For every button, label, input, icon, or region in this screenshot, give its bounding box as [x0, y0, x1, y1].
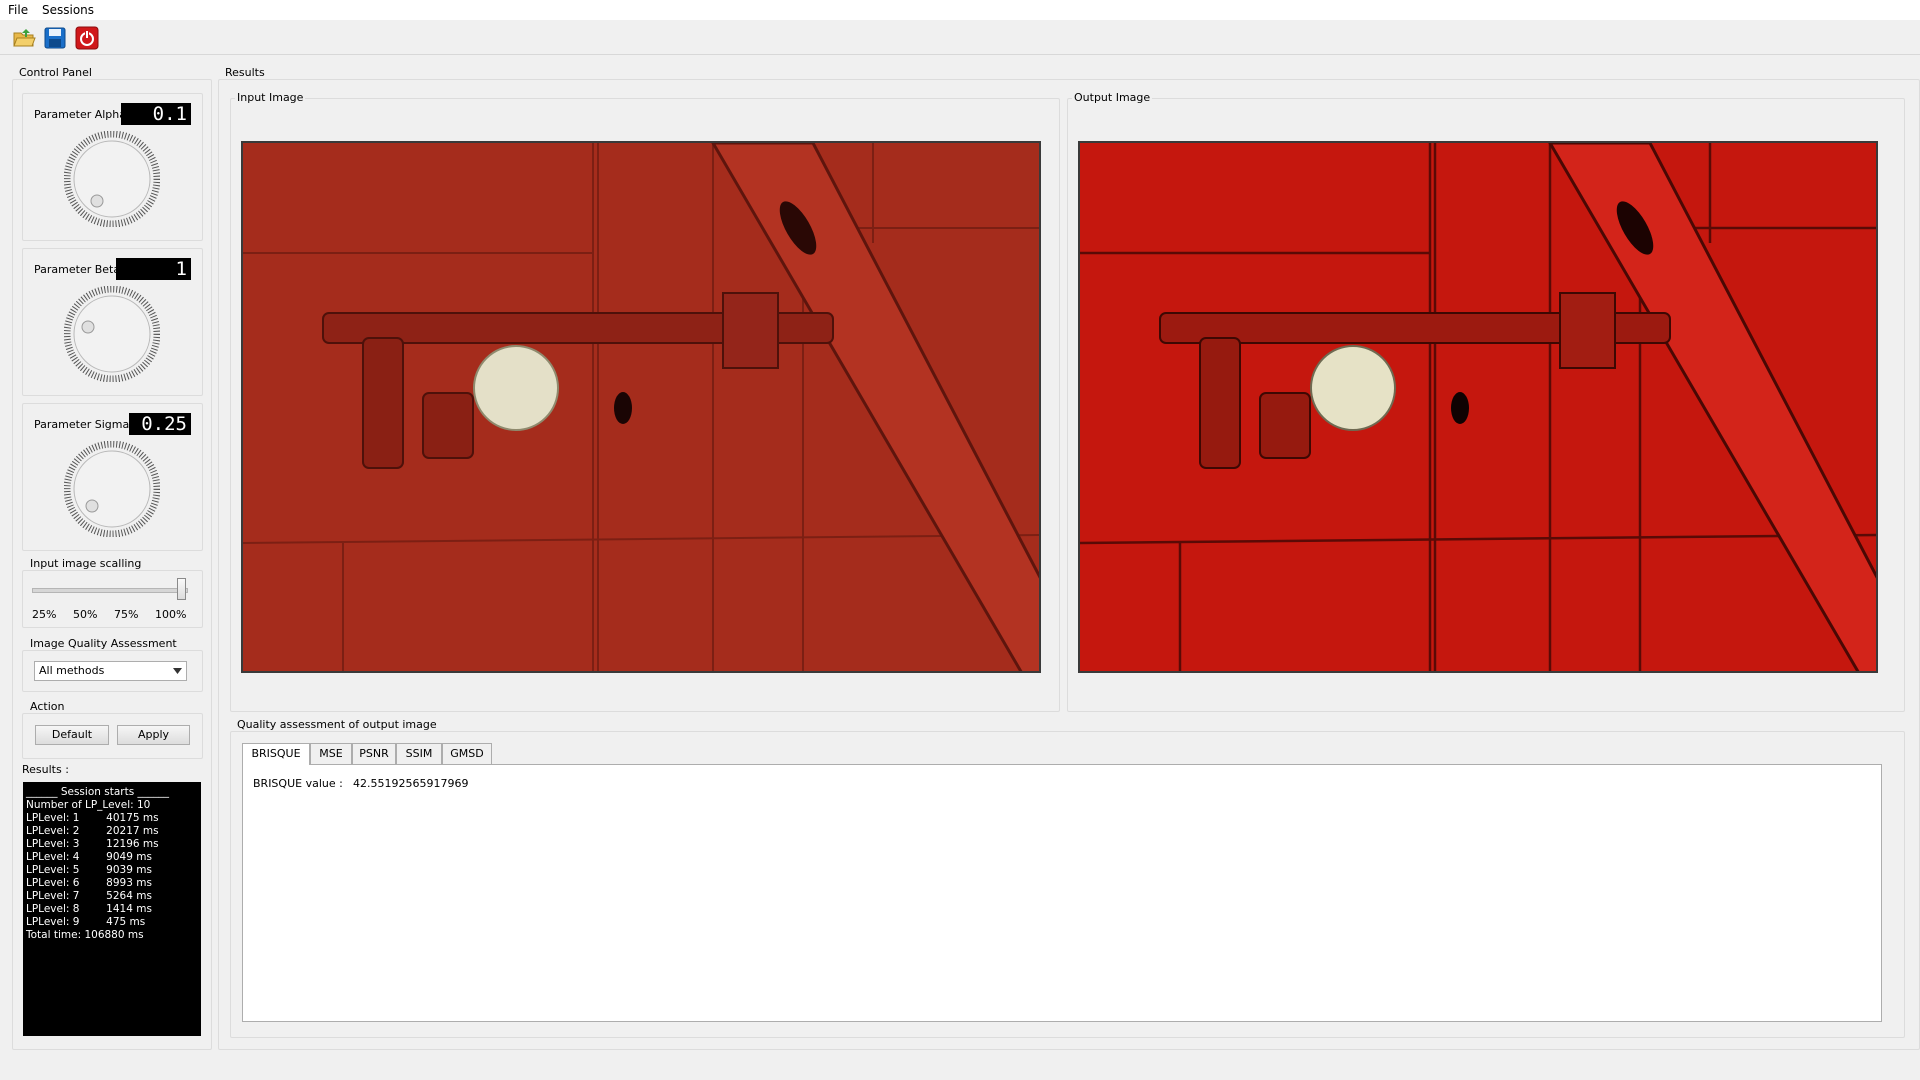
console-line: LPLevel: 4 9049 ms	[26, 851, 152, 863]
console-line: LPLevel: 5 9039 ms	[26, 864, 152, 876]
scaling-slider-track[interactable]	[32, 588, 188, 593]
console-line: LPLevel: 6 8993 ms	[26, 877, 152, 889]
results-title: Results	[223, 66, 267, 79]
output-image	[1078, 141, 1878, 673]
floppy-save-icon[interactable]	[43, 26, 67, 50]
scaling-tick-50: 50%	[73, 608, 98, 621]
alpha-lcd: 0.1	[121, 103, 191, 125]
console-line: Total time: 106880 ms	[26, 929, 144, 941]
scaling-tick-75: 75%	[114, 608, 139, 621]
tab-ssim[interactable]: SSIM	[396, 743, 442, 764]
console-line: LPLevel: 7 5264 ms	[26, 890, 152, 902]
default-button[interactable]: Default	[35, 725, 109, 745]
menu-sessions[interactable]: Sessions	[42, 3, 94, 17]
apply-button[interactable]: Apply	[117, 725, 190, 745]
console-line: ______ Session starts ______	[26, 786, 170, 798]
scaling-tick-25: 25%	[32, 608, 57, 621]
scaling-tick-100: 100%	[155, 608, 187, 621]
console-line: LPLevel: 8 1414 ms	[26, 903, 152, 915]
sigma-dial[interactable]	[64, 441, 160, 537]
toolbar	[0, 20, 1920, 55]
action-title: Action	[28, 700, 67, 713]
quality-tabs: BRISQUE MSE PSNR SSIM GMSD	[242, 743, 882, 765]
console-line: Number of LP_Level: 10	[26, 799, 151, 811]
input-image-title: Input Image	[235, 91, 306, 104]
iqa-select[interactable]: All methods	[34, 661, 187, 681]
console-line: LPLevel: 2 20217 ms	[26, 825, 159, 837]
sigma-lcd: 0.25	[129, 413, 191, 435]
tab-mse[interactable]: MSE	[310, 743, 352, 764]
input-image	[241, 141, 1041, 673]
beta-label: Parameter Beta	[34, 263, 121, 276]
door-photo-input	[243, 143, 1039, 671]
results-console: ______ Session starts ______ Number of LP…	[23, 782, 201, 1036]
folder-open-icon[interactable]	[12, 26, 36, 50]
iqa-title: Image Quality Assessment	[28, 637, 179, 650]
tab-brisque[interactable]: BRISQUE	[242, 743, 310, 765]
alpha-label: Parameter Alpha	[34, 108, 127, 121]
control-panel-title: Control Panel	[17, 66, 94, 79]
tab-psnr[interactable]: PSNR	[352, 743, 396, 764]
brisque-tab-panel: BRISQUE value : 42.55192565917969	[242, 764, 1882, 1022]
console-line: LPLevel: 3 12196 ms	[26, 838, 159, 850]
alpha-dial[interactable]	[64, 131, 160, 227]
menu-file[interactable]: File	[8, 3, 28, 17]
iqa-selected: All methods	[39, 664, 105, 677]
scaling-title: Input image scalling	[28, 557, 144, 570]
chevron-down-icon	[173, 668, 182, 674]
results-console-label: Results :	[22, 763, 69, 776]
brisque-value: 42.55192565917969	[353, 777, 469, 790]
scaling-slider-handle[interactable]	[177, 578, 186, 600]
console-line: LPLevel: 1 40175 ms	[26, 812, 159, 824]
tab-gmsd[interactable]: GMSD	[442, 743, 492, 764]
quality-title: Quality assessment of output image	[235, 718, 439, 731]
brisque-label: BRISQUE value :	[253, 777, 343, 790]
menu-bar: File Sessions	[0, 0, 1920, 20]
output-image-title: Output Image	[1072, 91, 1153, 104]
beta-dial[interactable]	[64, 286, 160, 382]
sigma-label: Parameter SigmaR	[34, 418, 137, 431]
beta-lcd: 1	[116, 258, 191, 280]
power-icon[interactable]	[75, 26, 99, 50]
console-lines: ______ Session starts ______ Number of LP…	[26, 786, 198, 942]
door-photo-output	[1080, 143, 1876, 671]
console-line: LPLevel: 9 475 ms	[26, 916, 146, 928]
